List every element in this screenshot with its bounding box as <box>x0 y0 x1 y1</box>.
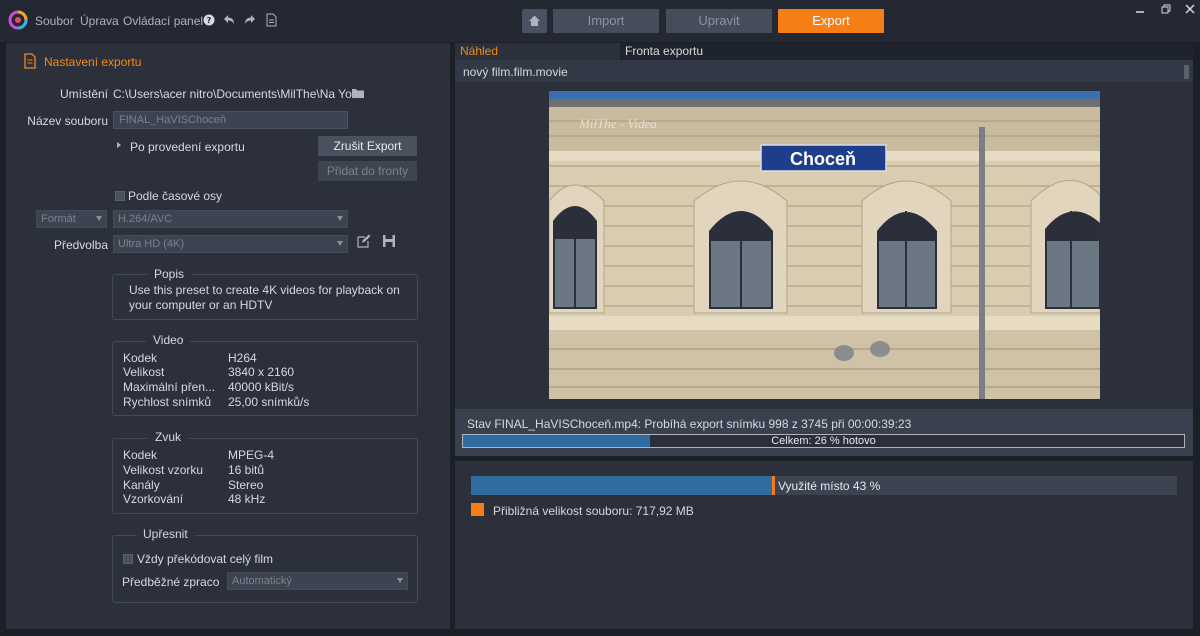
audio-key: Velikost vzorku <box>123 463 204 477</box>
edit-tab-button[interactable]: Upravit <box>666 9 772 33</box>
help-icon[interactable]: ? <box>202 13 216 27</box>
export-status-bar: Stav FINAL_HaVISChoceň.mp4: Probíhá expo… <box>455 409 1193 456</box>
save-preset-icon[interactable] <box>382 234 396 248</box>
minimize-icon[interactable] <box>1133 3 1147 15</box>
document-icon[interactable] <box>264 13 278 27</box>
app-logo-icon <box>8 10 28 30</box>
disk-usage-fill <box>471 476 775 495</box>
file-size-label: Přibližná velikost souboru: 717,92 MB <box>493 504 694 518</box>
audio-value: 16 bitů <box>228 463 265 477</box>
panel-title: Nastavení exportu <box>44 55 142 69</box>
top-bar: Soubor Úprava Ovládací panel ? Import Up… <box>0 0 1200 42</box>
prerender-value: Automatický <box>232 575 292 587</box>
audio-key: Vzorkování <box>123 492 184 506</box>
description-title: Popis <box>147 267 192 281</box>
station-sign-text: Choceň <box>790 149 856 169</box>
format-dropdown[interactable]: H.264/AVC <box>113 210 348 228</box>
prerender-dropdown[interactable]: Automatický <box>227 572 408 590</box>
export-progress-bar: Celkem: 26 % hotovo <box>462 434 1185 448</box>
audio-value: Stereo <box>228 478 264 492</box>
audio-key: Kodek <box>123 448 158 462</box>
format-value: H.264/AVC <box>118 213 173 225</box>
prerender-label: Předběžné zpraco <box>122 575 220 589</box>
disk-usage-bar: Využité místo 43 % <box>471 476 1177 495</box>
menu-control-panel[interactable]: Ovládací panel <box>123 14 203 28</box>
format-type-dropdown[interactable]: Formát <box>36 210 107 228</box>
preset-dropdown[interactable]: Ultra HD (4K) <box>113 235 348 253</box>
preview-panel: Náhled Fronta exportu nový film.film.mov… <box>455 43 1193 456</box>
disk-usage-label: Využité místo 43 % <box>778 479 881 493</box>
video-value: 25,00 snímků/s <box>228 395 310 409</box>
location-value[interactable]: C:\Users\acer nitro\Documents\MilThe\Na … <box>113 87 353 101</box>
expand-arrow-icon[interactable] <box>117 142 121 148</box>
menu-edit[interactable]: Úprava <box>80 14 119 28</box>
add-to-queue-button[interactable]: Přidat do fronty <box>318 161 417 181</box>
always-transcode-checkbox[interactable] <box>123 554 133 564</box>
audio-key: Kanály <box>123 478 160 492</box>
video-key: Kodek <box>123 351 158 365</box>
export-tab-button[interactable]: Export <box>778 9 884 33</box>
refine-group <box>112 535 418 603</box>
scrollbar[interactable] <box>1184 65 1189 79</box>
filename-label: Název souboru <box>27 114 108 128</box>
audio-value: 48 kHz <box>228 492 266 506</box>
movie-filename: nový film.film.movie <box>463 65 568 79</box>
redo-icon[interactable] <box>243 13 257 27</box>
export-progress-label: Celkem: 26 % hotovo <box>771 435 876 447</box>
video-value: 40000 kBit/s <box>228 380 295 394</box>
preset-value: Ultra HD (4K) <box>118 238 185 250</box>
watermark-text: MilThe - Videa <box>578 116 657 131</box>
always-transcode-label: Vždy překódovat celý film <box>137 552 274 566</box>
home-icon <box>529 15 540 26</box>
audio-title: Zvuk <box>148 430 189 444</box>
import-tab-button[interactable]: Import <box>553 9 659 33</box>
export-settings-panel: Nastavení exportu Umístění C:\Users\acer… <box>6 43 450 629</box>
tab-export-queue[interactable]: Fronta exportu <box>620 43 1193 60</box>
video-key: Maximální přen... <box>123 380 216 394</box>
video-key: Velikost <box>123 365 165 379</box>
file-size-legend-swatch <box>471 503 484 516</box>
preview-image: Choceň MilThe - Videa <box>549 91 1100 399</box>
video-value: 3840 x 2160 <box>228 365 295 379</box>
disk-usage-panel: Využité místo 43 % Přibližná velikost so… <box>455 461 1193 629</box>
cancel-export-button[interactable]: Zrušit Export <box>318 136 417 156</box>
export-settings-icon <box>24 53 36 69</box>
refine-title: Upřesnit <box>136 527 195 541</box>
export-status-text: Stav FINAL_HaVISChoceň.mp4: Probíhá expo… <box>467 417 912 431</box>
menu-file[interactable]: Soubor <box>35 14 74 28</box>
edit-preset-icon[interactable] <box>357 234 371 248</box>
undo-icon[interactable] <box>222 13 236 27</box>
folder-icon[interactable] <box>352 88 364 98</box>
video-key: Rychlost snímků <box>123 395 212 409</box>
timeline-checkbox[interactable] <box>115 191 125 201</box>
home-button[interactable] <box>522 9 547 33</box>
filename-input[interactable]: FINAL_HaVISChoceň <box>113 111 348 129</box>
tab-preview[interactable]: Náhled <box>455 43 620 60</box>
description-text: Use this preset to create 4K videos for … <box>129 283 400 312</box>
close-icon[interactable] <box>1183 3 1197 15</box>
video-value: H264 <box>228 351 257 365</box>
preset-label: Předvolba <box>53 238 108 252</box>
format-label: Formát <box>41 213 76 225</box>
svg-text:?: ? <box>207 16 212 25</box>
restore-icon[interactable] <box>1159 3 1173 15</box>
video-title: Video <box>146 333 191 347</box>
after-export-label[interactable]: Po provedení exportu <box>130 140 245 154</box>
location-label: Umístění <box>59 87 108 101</box>
audio-value: MPEG-4 <box>228 448 275 462</box>
timeline-label: Podle časové osy <box>128 189 223 203</box>
